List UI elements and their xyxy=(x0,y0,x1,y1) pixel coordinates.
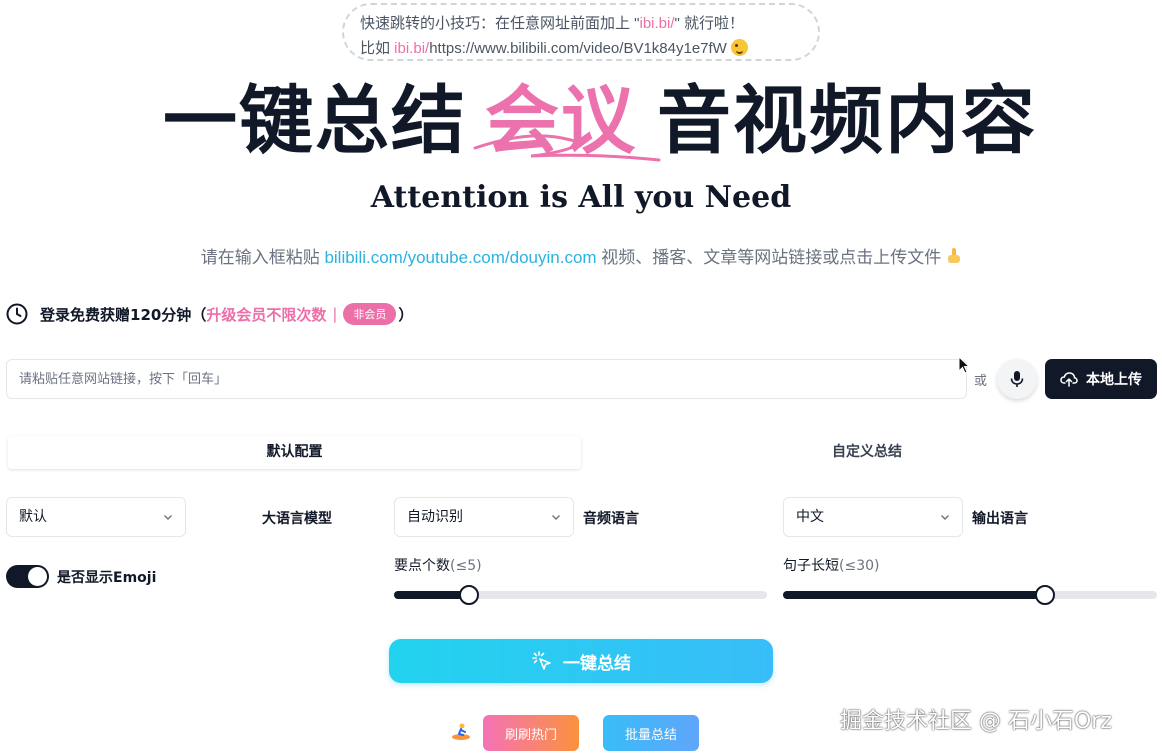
tip-line-2: 比如 ibi.bi/https://www.bilibili.com/video… xyxy=(360,36,818,61)
or-text: 或 xyxy=(974,374,988,389)
tip-line-1: 快速跳转的小技巧：在任意网址前面加上 "ibi.bi/" 就行啦！ xyxy=(360,11,818,36)
tip-text: " 就行啦！ xyxy=(674,15,745,32)
sentence-hint: (≤30) xyxy=(839,558,880,574)
chevron-down-icon xyxy=(941,515,949,520)
surfer-icon xyxy=(452,723,470,740)
cloud-upload-icon xyxy=(1060,372,1078,387)
local-upload-button[interactable]: 本地上传 xyxy=(1045,359,1157,399)
emoji-toggle-label: 是否显示Emoji xyxy=(57,570,157,586)
tip-text: 比如 xyxy=(360,40,395,57)
audio-language-select[interactable]: 自动识别 xyxy=(394,497,574,537)
points-slider-fill xyxy=(394,591,469,599)
model-select-value: 默认 xyxy=(19,509,47,525)
chevron-down-icon xyxy=(164,515,172,520)
output-language-value: 中文 xyxy=(796,509,824,525)
toggle-knob xyxy=(28,567,47,586)
model-select[interactable]: 默认 xyxy=(6,497,186,537)
divider: | xyxy=(332,305,338,323)
audio-language-value: 自动识别 xyxy=(407,509,463,525)
points-slider-thumb[interactable] xyxy=(458,585,479,605)
pointing-down-icon xyxy=(948,248,961,263)
microphone-button[interactable] xyxy=(997,359,1037,399)
title-prefix: 一键总结 xyxy=(163,78,467,164)
tip-link[interactable]: ibi.bi/ xyxy=(394,40,429,57)
hint-text: 请在输入框粘贴 xyxy=(200,248,325,267)
output-language-select[interactable]: 中文 xyxy=(783,497,963,537)
tip-example-url: https://www.bilibili.com/video/BV1k84y1e… xyxy=(429,40,727,57)
clock-icon xyxy=(6,303,28,325)
sentence-slider-thumb[interactable] xyxy=(1034,585,1055,605)
tip-box: 快速跳转的小技巧：在任意网址前面加上 "ibi.bi/" 就行啦！ 比如 ibi… xyxy=(342,3,820,61)
hint-text: 视频、播客、文章等网站链接或点击上传文件 xyxy=(596,248,942,267)
close-paren: ） xyxy=(398,305,414,324)
input-hint: 请在输入框粘贴 bilibili.com/youtube.com/douyin.… xyxy=(0,243,1162,268)
sentence-slider-fill xyxy=(783,591,1045,599)
scribble-underline-icon xyxy=(473,134,661,162)
winking-face-icon xyxy=(730,39,748,56)
microphone-icon xyxy=(1010,371,1024,387)
title-highlight-wrap: 会议 xyxy=(473,76,661,166)
title-suffix: 音视频内容 xyxy=(657,78,1037,164)
tip-text: 快速跳转的小技巧：在任意网址前面加上 " xyxy=(360,15,640,32)
tab-default-config[interactable]: 默认配置 xyxy=(8,436,581,469)
upgrade-link[interactable]: 升级会员不限次数 xyxy=(206,304,326,325)
watermark: 掘金技术社区 @ 石小石Orz xyxy=(840,709,1112,734)
points-label: 要点个数 xyxy=(394,558,450,574)
sentence-label: 句子长短 xyxy=(783,558,839,574)
model-label: 大语言模型 xyxy=(262,511,332,527)
url-input[interactable] xyxy=(6,359,967,399)
points-slider[interactable] xyxy=(394,585,767,605)
summarize-button[interactable]: 一键总结 xyxy=(389,639,773,683)
click-cursor-icon xyxy=(532,651,551,670)
audio-language-label: 音频语言 xyxy=(583,511,639,527)
login-text[interactable]: 登录免费获赠120分钟 xyxy=(40,304,191,325)
chevron-down-icon xyxy=(552,515,560,520)
output-language-label: 输出语言 xyxy=(972,511,1028,527)
sentence-slider-label: 句子长短(≤30) xyxy=(783,555,879,575)
upload-label: 本地上传 xyxy=(1086,372,1142,388)
mouse-cursor-icon xyxy=(958,356,970,374)
summarize-label: 一键总结 xyxy=(563,653,631,674)
login-promo: 登录免费获赠120分钟 （ 升级会员不限次数 | 非会员 ） xyxy=(6,302,413,326)
points-hint: (≤5) xyxy=(450,558,482,574)
member-badge: 非会员 xyxy=(343,303,397,325)
page-subtitle: Attention is All you Need xyxy=(370,180,792,215)
open-paren: （ xyxy=(191,305,207,324)
points-slider-label: 要点个数(≤5) xyxy=(394,555,482,575)
page-title: 一键总结 会议 音视频内容 xyxy=(163,76,1037,166)
tip-link[interactable]: ibi.bi/ xyxy=(640,15,675,32)
emoji-toggle[interactable] xyxy=(6,565,49,588)
sentence-slider[interactable] xyxy=(783,585,1157,605)
tab-custom-summary[interactable]: 自定义总结 xyxy=(582,436,1152,469)
batch-summary-button[interactable]: 批量总结 xyxy=(603,715,699,751)
hint-sites: bilibili.com/youtube.com/douyin.com xyxy=(324,248,597,267)
hot-trending-button[interactable]: 刷刷热门 xyxy=(483,715,579,751)
